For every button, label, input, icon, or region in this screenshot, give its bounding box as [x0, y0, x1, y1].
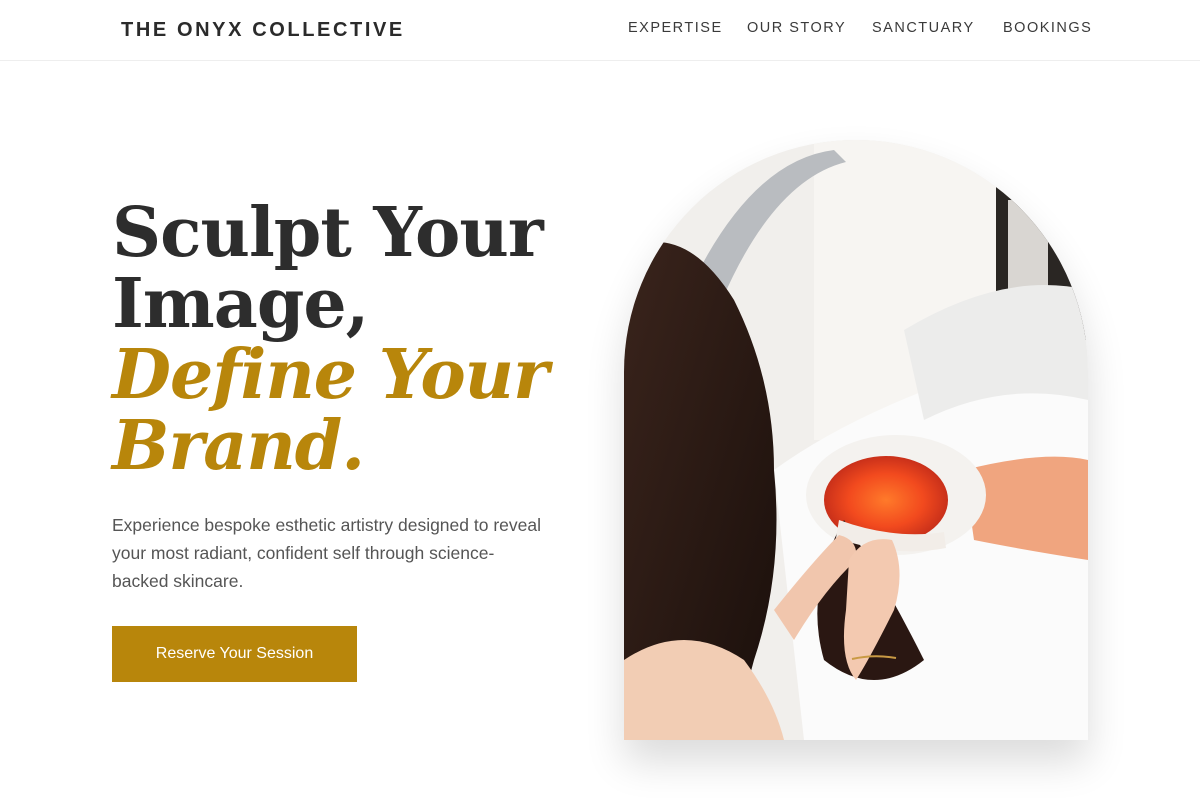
- hero-image-arch: [624, 140, 1088, 740]
- hero-headline: Sculpt Your Image, Define Your Brand.: [112, 193, 549, 486]
- site-header: THE ONYX COLLECTIVE EXPERTISE OUR STORY …: [0, 0, 1200, 61]
- headline-line-2: Image,: [112, 264, 369, 344]
- nav-link-expertise[interactable]: EXPERTISE: [628, 20, 723, 36]
- nav-link-bookings[interactable]: BOOKINGS: [1003, 20, 1092, 36]
- nav-link-sanctuary[interactable]: SANCTUARY: [872, 20, 975, 36]
- hero-subtext: Experience bespoke esthetic artistry des…: [112, 515, 541, 591]
- brand-logo[interactable]: THE ONYX COLLECTIVE: [121, 19, 405, 42]
- reserve-session-button[interactable]: Reserve Your Session: [112, 626, 357, 682]
- headline-accent-2: Brand.: [112, 406, 365, 486]
- headline-line-1: Sculpt Your: [112, 193, 544, 273]
- hero-photo: [624, 140, 1088, 740]
- nav-link-our-story[interactable]: OUR STORY: [747, 20, 846, 36]
- photo-window-pane: [1008, 200, 1048, 290]
- headline-accent-1: Define Your: [112, 335, 549, 415]
